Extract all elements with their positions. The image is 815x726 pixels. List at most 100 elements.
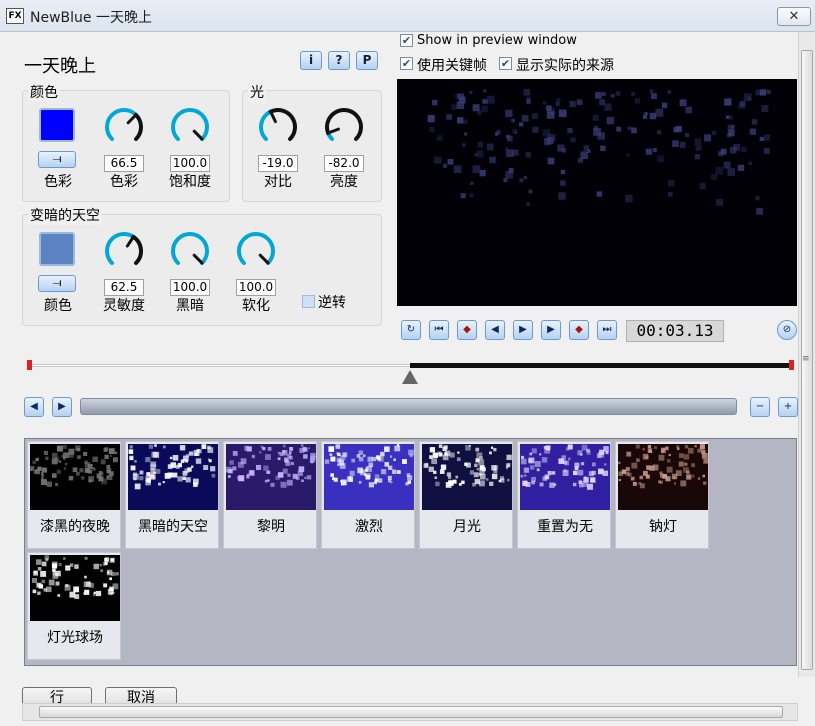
invert-checkbox[interactable]: [302, 295, 315, 308]
contrast-value[interactable]: -19.0: [258, 155, 298, 172]
color-swatch[interactable]: [39, 108, 75, 142]
go-end-button[interactable]: ⏭: [597, 320, 617, 340]
info-button[interactable]: i: [300, 51, 322, 70]
prev-keyframe-button[interactable]: ◆: [457, 320, 477, 340]
preview-light: [679, 141, 686, 148]
preview-light: [710, 173, 717, 180]
arrow-left-icon: ◀: [30, 401, 38, 412]
hue-knob[interactable]: [101, 104, 147, 150]
preview-light: [567, 127, 573, 134]
brightness-knob[interactable]: [321, 104, 367, 150]
saturation-value[interactable]: 100.0: [170, 155, 210, 172]
preview-light: [555, 101, 560, 107]
scroll-left-button[interactable]: ◀: [24, 397, 44, 417]
contrast-knob[interactable]: [255, 104, 301, 150]
sensitivity-label: 灵敏度: [103, 298, 145, 314]
preset-tile[interactable]: 漆黑的夜晚: [27, 441, 121, 549]
loop-button[interactable]: ↻: [401, 320, 421, 340]
preview-light: [651, 93, 657, 100]
preview-light: [457, 117, 464, 124]
preset-name: 黑暗的天空: [138, 519, 208, 535]
scroll-right-button[interactable]: ▶: [52, 397, 72, 417]
step-back-button[interactable]: ◀: [485, 320, 505, 340]
preset-name: 灯光球场: [47, 630, 103, 646]
preset-button[interactable]: P: [356, 51, 378, 70]
preview-light: [759, 136, 764, 142]
preview-light: [741, 146, 747, 153]
compass-button[interactable]: ⊘: [777, 320, 797, 340]
eyedropper-button[interactable]: ⟞: [38, 151, 76, 168]
preview-light: [715, 167, 724, 175]
preview-light: [599, 99, 606, 106]
preview-light: [733, 144, 741, 151]
preview-light: [556, 98, 561, 103]
close-button[interactable]: ✕: [777, 7, 811, 26]
sky-color-swatch[interactable]: [39, 232, 75, 266]
timeline-end-marker[interactable]: [789, 360, 794, 370]
timeline-zoom-bar[interactable]: [80, 398, 737, 415]
hue-value[interactable]: 66.5: [104, 155, 144, 172]
effect-title: 一天晚上: [24, 56, 96, 77]
sensitivity-knob[interactable]: [101, 228, 147, 274]
preview-light: [593, 128, 601, 136]
use-keyframes-checkbox[interactable]: ✔: [400, 57, 413, 70]
preset-tile[interactable]: 黑暗的天空: [125, 441, 219, 549]
help-button[interactable]: ?: [328, 51, 350, 70]
timeline-start-marker[interactable]: [27, 360, 32, 370]
step-forward-button[interactable]: ▶: [541, 320, 561, 340]
show-source-checkbox[interactable]: ✔: [499, 57, 512, 70]
brightness-value[interactable]: -82.0: [324, 155, 364, 172]
timecode: 00:03.13: [626, 320, 724, 342]
knob-arc: [105, 232, 136, 266]
darkness-knob[interactable]: [167, 228, 213, 274]
knob-pointer: [269, 110, 277, 124]
preview-light: [489, 156, 496, 164]
preview-light: [751, 119, 758, 125]
preset-tile[interactable]: 钠灯: [615, 441, 709, 549]
play-button[interactable]: ▶: [513, 320, 533, 340]
sky-eyedropper-button[interactable]: ⟞: [38, 275, 76, 292]
preview-light: [625, 194, 633, 203]
preview-light: [482, 89, 487, 93]
playhead-handle[interactable]: [402, 370, 418, 384]
softness-value[interactable]: 100.0: [236, 279, 276, 296]
preview-light: [514, 131, 518, 135]
softness-knob[interactable]: [233, 228, 279, 274]
preview-light: [756, 207, 763, 215]
darkness-value[interactable]: 100.0: [170, 279, 210, 296]
vertical-scrollbar[interactable]: ≡: [798, 32, 815, 677]
knob-arc: [105, 108, 138, 142]
zoom-out-button[interactable]: −: [750, 397, 770, 417]
preset-thumbnail: [520, 444, 610, 510]
preview-light: [576, 99, 583, 106]
minus-icon: −: [755, 401, 765, 412]
preset-tile[interactable]: 月光: [419, 441, 513, 549]
knob-arc: [237, 232, 275, 266]
preset-tile[interactable]: 黎明: [223, 441, 317, 549]
saturation-knob[interactable]: [167, 104, 213, 150]
preview-light: [725, 115, 730, 120]
preset-tile[interactable]: 灯光球场: [27, 552, 121, 660]
preset-tile[interactable]: 重置为无: [517, 441, 611, 549]
play-icon: ▶: [519, 324, 527, 335]
preset-tile[interactable]: 激烈: [321, 441, 415, 549]
skip-start-icon: ⏮: [434, 324, 444, 335]
preview-light: [477, 110, 482, 116]
preview-light: [685, 106, 693, 114]
zoom-in-button[interactable]: +: [778, 397, 798, 417]
arrow-right-icon: ▶: [58, 401, 66, 412]
preview-light: [656, 130, 662, 135]
preview-light: [431, 99, 438, 106]
next-keyframe-button[interactable]: ◆: [569, 320, 589, 340]
preview-light: [472, 104, 480, 112]
go-start-button[interactable]: ⏮: [429, 320, 449, 340]
hscroll-thumb[interactable]: [39, 706, 783, 718]
preview-light: [596, 191, 602, 197]
horizontal-scrollbar[interactable]: [22, 703, 798, 721]
knob-arc: [171, 232, 209, 266]
sensitivity-value[interactable]: 62.5: [104, 279, 144, 296]
preview-light: [755, 89, 762, 96]
show-preview-checkbox[interactable]: ✔: [400, 34, 413, 47]
step-back-icon: ◀: [491, 324, 499, 335]
preview-light: [652, 147, 657, 152]
